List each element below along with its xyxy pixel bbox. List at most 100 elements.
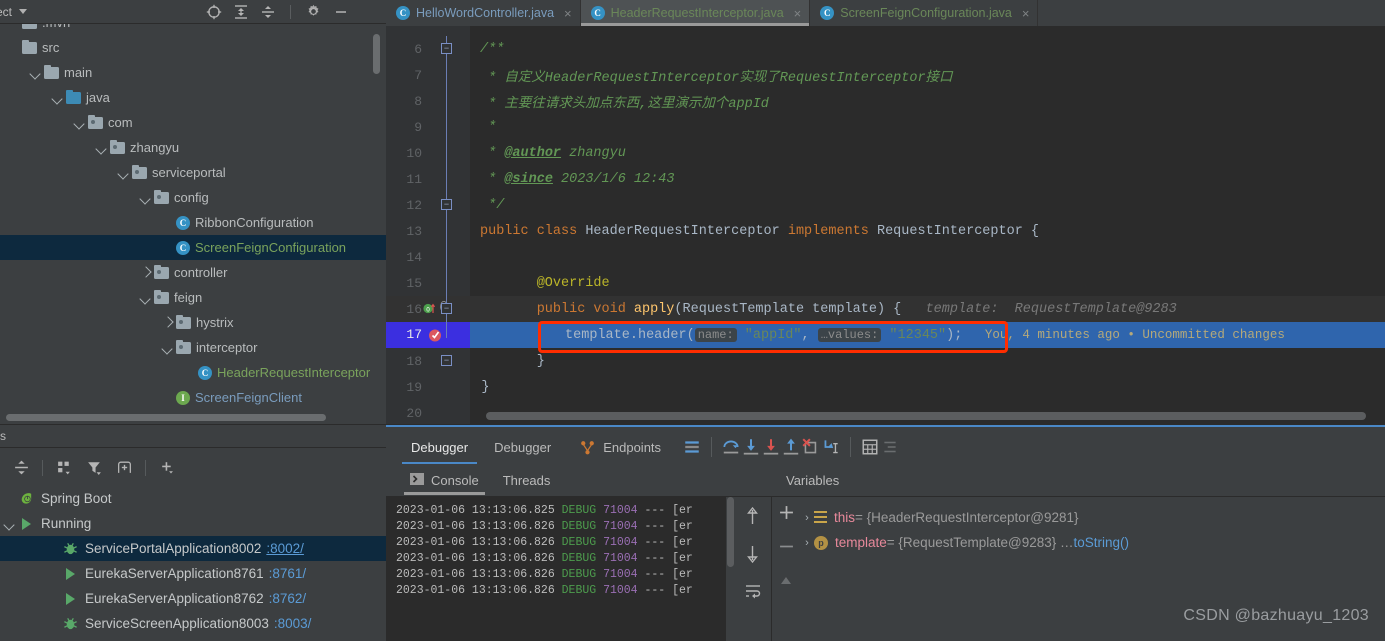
chevron-down-icon[interactable] bbox=[140, 292, 151, 303]
variable-row-this[interactable]: › this = {HeaderRequestInterceptor@9281} bbox=[800, 505, 1385, 530]
chevron-down-icon[interactable] bbox=[52, 92, 63, 103]
group-by-icon[interactable] bbox=[55, 459, 73, 477]
service-port-link[interactable]: :8761/ bbox=[269, 566, 307, 581]
locate-icon[interactable] bbox=[205, 3, 222, 20]
gear-icon[interactable] bbox=[305, 3, 322, 20]
code-line-11[interactable]: 11 * @since 2023/1/6 12:43 bbox=[386, 166, 1385, 192]
tab-threads[interactable]: Threads bbox=[491, 465, 563, 497]
tab-debugger-secondary[interactable]: Debugger bbox=[481, 427, 564, 467]
fold-toggle-12[interactable]: − bbox=[441, 199, 452, 210]
project-panel-label[interactable]: ect bbox=[0, 5, 12, 19]
editor-scrollbar-horizontal[interactable] bbox=[486, 412, 1366, 420]
console-scrollbar[interactable] bbox=[726, 497, 734, 641]
run-to-cursor-icon[interactable] bbox=[821, 437, 841, 457]
tree-item-ribbonconfiguration[interactable]: C RibbonConfiguration bbox=[0, 210, 386, 235]
code-line-17[interactable]: 17 template.header(name: "appId", …values… bbox=[386, 322, 1385, 348]
up-triangle-icon[interactable] bbox=[779, 573, 793, 591]
tree-item-main[interactable]: main bbox=[0, 60, 386, 85]
chevron-down-icon[interactable] bbox=[96, 142, 107, 153]
breakpoint-verified-icon[interactable] bbox=[428, 328, 442, 347]
code-line-8[interactable]: 8 * 主要往请求头加点东西,这里演示加个appId bbox=[386, 88, 1385, 114]
chevron-down-icon[interactable] bbox=[19, 9, 28, 14]
down-arrow-icon[interactable] bbox=[745, 545, 760, 567]
editor-tab-screenfeignconfiguration[interactable]: C ScreenFeignConfiguration.java × bbox=[810, 0, 1039, 26]
tab-debugger-primary[interactable]: Debugger bbox=[398, 427, 481, 467]
code-line-15[interactable]: 15 @Override bbox=[386, 270, 1385, 296]
editor-tab-headerrequestinterceptor[interactable]: C HeaderRequestInterceptor.java × bbox=[580, 0, 811, 26]
variable-tostring-link[interactable]: toString() bbox=[1073, 535, 1129, 550]
tree-item-com[interactable]: com bbox=[0, 110, 386, 135]
chevron-down-icon[interactable] bbox=[30, 67, 41, 78]
close-icon[interactable]: × bbox=[794, 6, 802, 21]
tree-item--mvn[interactable]: .mvn bbox=[0, 24, 386, 35]
fold-toggle-16[interactable]: − bbox=[441, 303, 452, 314]
service-item-eurekaserverapplication8761[interactable]: EurekaServerApplication8761:8761/ bbox=[0, 561, 386, 586]
override-marker-icon[interactable]: O bbox=[423, 302, 436, 320]
code-line-10[interactable]: 10 * @author zhangyu bbox=[386, 140, 1385, 166]
up-arrow-icon[interactable] bbox=[745, 506, 760, 529]
service-item-running[interactable]: Running bbox=[0, 511, 386, 536]
chevron-down-icon[interactable] bbox=[140, 192, 151, 203]
service-item-serviceportalapplication8002[interactable]: ServicePortalApplication8002:8002/ bbox=[0, 536, 386, 561]
editor-tab-hellowordcontroller[interactable]: C HelloWordController.java × bbox=[386, 0, 581, 26]
fold-toggle-18[interactable]: − bbox=[441, 355, 452, 366]
minimize-icon[interactable] bbox=[332, 3, 349, 20]
service-port-link[interactable]: :8003/ bbox=[274, 616, 312, 631]
step-over-icon[interactable] bbox=[721, 437, 741, 457]
tree-item-screenfeignclient[interactable]: I ScreenFeignClient bbox=[0, 385, 386, 410]
chevron-down-icon[interactable] bbox=[4, 518, 15, 529]
layout-settings-icon[interactable] bbox=[682, 437, 702, 457]
service-item-spring-boot[interactable]: Spring Boot bbox=[0, 486, 386, 511]
tab-console[interactable]: Console bbox=[398, 465, 491, 497]
tree-item-serviceportal[interactable]: serviceportal bbox=[0, 160, 386, 185]
services-tree[interactable]: Spring Boot Running ServicePortalApplicati… bbox=[0, 486, 386, 641]
tree-item-hystrix[interactable]: hystrix bbox=[0, 310, 386, 335]
tree-item-config[interactable]: config bbox=[0, 185, 386, 210]
tree-item-java[interactable]: java bbox=[0, 85, 386, 110]
step-into-icon[interactable] bbox=[741, 437, 761, 457]
collapse-icon[interactable] bbox=[12, 459, 30, 477]
chevron-right-icon[interactable] bbox=[140, 267, 151, 278]
gutter-markers[interactable] bbox=[422, 374, 470, 400]
soft-wrap-icon[interactable] bbox=[745, 583, 761, 603]
tree-item-controller[interactable]: controller bbox=[0, 260, 386, 285]
evaluate-expression-icon[interactable] bbox=[860, 437, 880, 457]
code-line-6[interactable]: 6 /** bbox=[386, 36, 1385, 62]
tab-endpoints[interactable]: Endpoints bbox=[564, 427, 674, 467]
gutter-markers[interactable] bbox=[422, 400, 470, 424]
tree-item-interceptor[interactable]: interceptor bbox=[0, 335, 386, 360]
tree-item-headerrequestinterceptor[interactable]: C HeaderRequestInterceptor bbox=[0, 360, 386, 385]
chevron-down-icon[interactable] bbox=[118, 167, 129, 178]
filter-icon[interactable] bbox=[85, 459, 103, 477]
code-line-12[interactable]: 12 */ bbox=[386, 192, 1385, 218]
add-icon[interactable] bbox=[158, 459, 176, 477]
code-line-13[interactable]: 13 public class HeaderRequestInterceptor … bbox=[386, 218, 1385, 244]
project-tree[interactable]: .mvn srcmain java com zhangyu serviceportal co… bbox=[0, 24, 386, 424]
code-line-18[interactable]: 18} bbox=[386, 348, 1385, 374]
step-out-icon[interactable] bbox=[781, 437, 801, 457]
fold-toggle-6[interactable]: − bbox=[441, 43, 452, 54]
chevron-down-icon[interactable] bbox=[162, 342, 173, 353]
tree-item-zhangyu[interactable]: zhangyu bbox=[0, 135, 386, 160]
console-output[interactable]: 2023-01-06 13:13:06.825 DEBUG 71004 --- … bbox=[386, 497, 726, 641]
minus-icon[interactable] bbox=[779, 539, 794, 559]
expand-all-icon[interactable] bbox=[232, 3, 249, 20]
project-tree-scrollbar-vertical[interactable] bbox=[373, 34, 380, 74]
close-icon[interactable]: × bbox=[564, 6, 572, 21]
code-line-9[interactable]: 9 * bbox=[386, 114, 1385, 140]
code-line-7[interactable]: 7 * 自定义HeaderRequestInterceptor实现了Reques… bbox=[386, 62, 1385, 88]
service-port-link[interactable]: :8002/ bbox=[266, 541, 304, 556]
tree-item-feign[interactable]: feign bbox=[0, 285, 386, 310]
add-tab-icon[interactable] bbox=[115, 459, 133, 477]
force-step-into-icon[interactable] bbox=[761, 437, 781, 457]
tree-item-screenfeignconfiguration[interactable]: C ScreenFeignConfiguration bbox=[0, 235, 386, 260]
service-item-servicescreenapplication8003[interactable]: ServiceScreenApplication8003:8003/ bbox=[0, 611, 386, 636]
variable-row-template[interactable]: › p template = {RequestTemplate@9283} … to… bbox=[800, 530, 1385, 555]
watches-icon[interactable] bbox=[880, 437, 900, 457]
chevron-right-icon[interactable]: › bbox=[800, 537, 814, 549]
tree-item-src[interactable]: src bbox=[0, 35, 386, 60]
project-tree-scrollbar-horizontal[interactable] bbox=[6, 414, 326, 421]
plus-icon[interactable] bbox=[779, 505, 794, 525]
code-editor[interactable]: 6 /** 7 * 自定义HeaderRequestInterceptor实现了Re… bbox=[386, 26, 1385, 424]
chevron-down-icon[interactable] bbox=[74, 117, 85, 128]
